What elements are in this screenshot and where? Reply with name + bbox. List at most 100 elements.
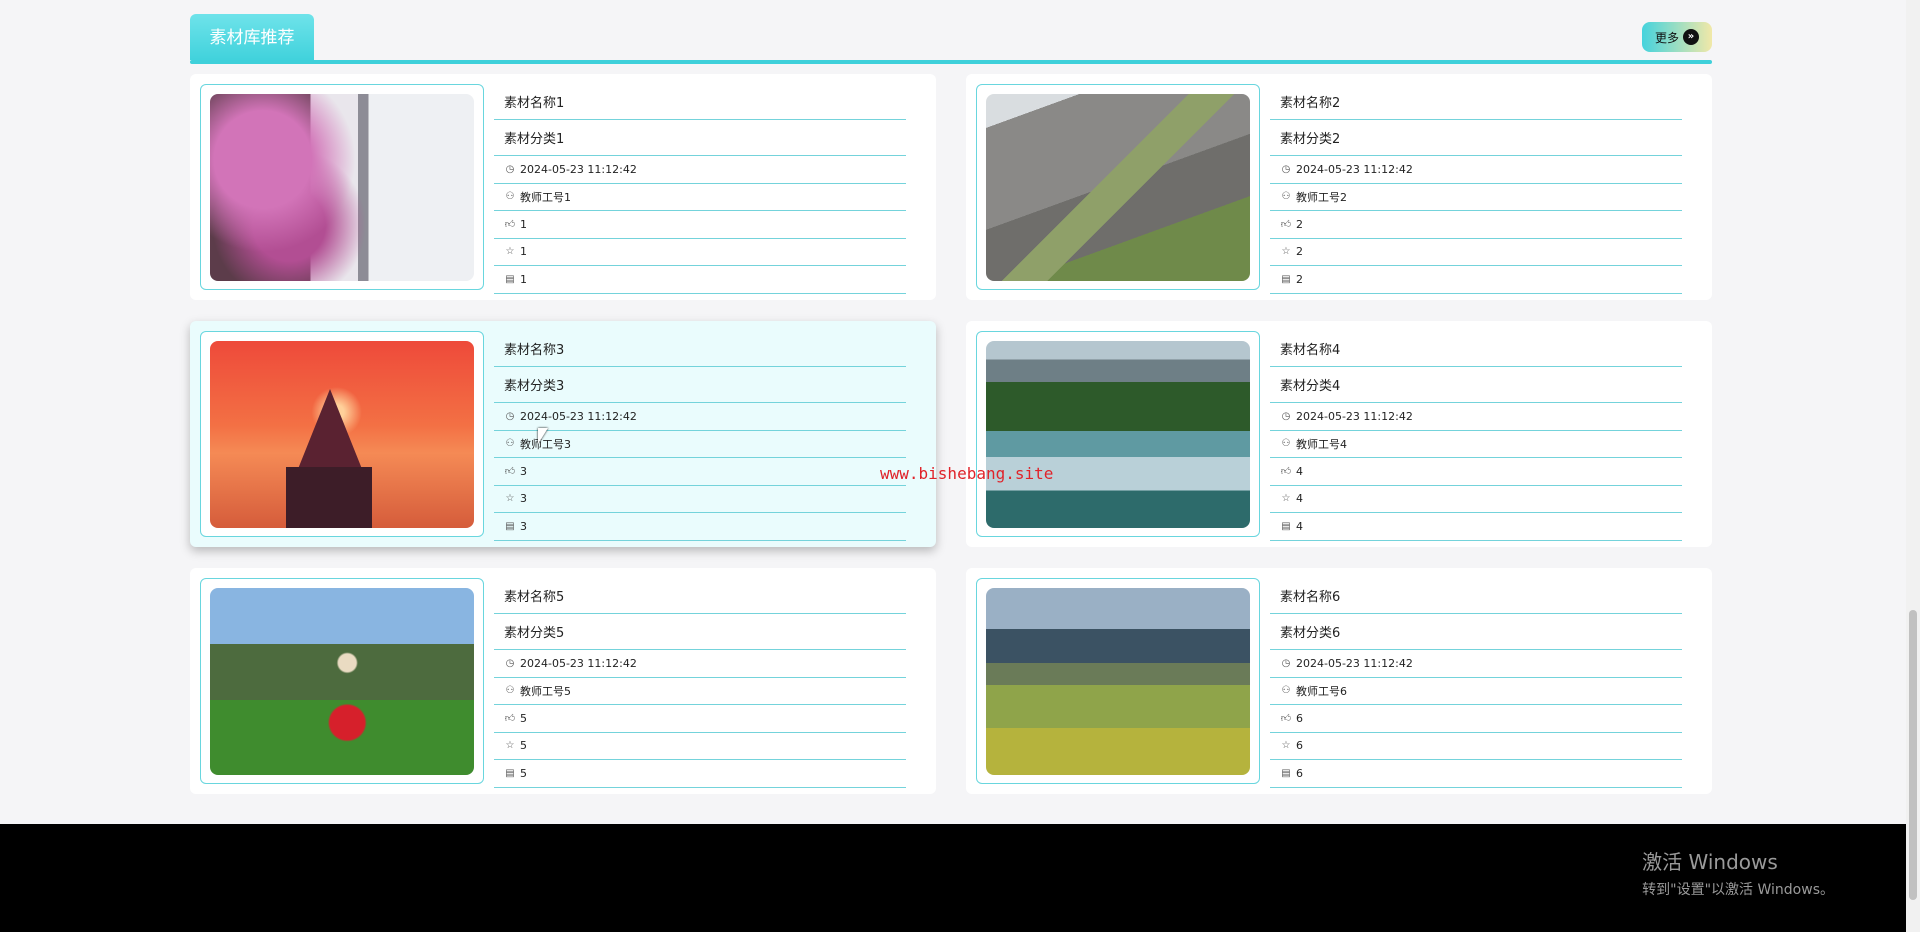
material-teacher: 教师工号4 (1296, 437, 1347, 451)
material-time: 2024-05-23 11:12:42 (1296, 409, 1413, 423)
material-info: 素材名称1 素材分类1 ◷ 2024-05-23 11:12:42 ⚇ 教师工号1 … (494, 84, 906, 294)
material-category: 素材分类4 (1280, 379, 1341, 394)
material-teacher: 教师工号6 (1296, 684, 1347, 698)
material-name: 素材名称4 (1280, 343, 1341, 358)
material-info: 素材名称3 素材分类3 ◷ 2024-05-23 11:12:42 ⚇ 教师工号3 … (494, 331, 906, 541)
comment-icon: ▤ (1281, 273, 1291, 285)
clock-icon: ◷ (505, 163, 515, 175)
material-time: 2024-05-23 11:12:42 (1296, 656, 1413, 670)
material-time: 2024-05-23 11:12:42 (520, 656, 637, 670)
material-comments: 2 (1296, 272, 1303, 286)
material-favorites: 6 (1296, 739, 1303, 753)
clock-icon: ◷ (505, 410, 515, 422)
star-icon: ☆ (505, 246, 515, 258)
more-button[interactable]: 更多 » (1642, 22, 1712, 52)
material-info: 素材名称4 素材分类4 ◷ 2024-05-23 11:12:42 ⚇ 教师工号4 … (1270, 331, 1682, 541)
material-info: 素材名称6 素材分类6 ◷ 2024-05-23 11:12:42 ⚇ 教师工号6 … (1270, 578, 1682, 788)
material-favorites: 3 (520, 492, 527, 506)
double-chevron-right-icon: » (1683, 29, 1699, 45)
clock-icon: ◷ (505, 657, 515, 669)
material-favorites: 4 (1296, 492, 1303, 506)
material-card[interactable]: 素材名称5 素材分类5 ◷ 2024-05-23 11:12:42 ⚇ 教师工号5 … (190, 568, 936, 794)
material-image[interactable] (986, 341, 1250, 528)
thumbs-up-icon: 👍︎ (1280, 713, 1292, 725)
material-category: 素材分类2 (1280, 132, 1341, 147)
comment-icon: ▤ (1281, 520, 1291, 532)
star-icon: ☆ (1281, 493, 1291, 505)
material-category: 素材分类3 (504, 379, 565, 394)
more-label: 更多 (1654, 30, 1679, 45)
material-card[interactable]: 素材名称3 素材分类3 ◷ 2024-05-23 11:12:42 ⚇ 教师工号3 … (190, 321, 936, 547)
material-category: 素材分类1 (504, 132, 565, 147)
windows-activation-notice: 激活 Windows 转到"设置"以激活 Windows。 (1642, 846, 1834, 899)
material-name: 素材名称1 (504, 96, 565, 111)
material-likes: 6 (1296, 711, 1303, 725)
material-image[interactable] (210, 588, 474, 775)
material-card[interactable]: 素材名称2 素材分类2 ◷ 2024-05-23 11:12:42 ⚇ 教师工号2 … (966, 74, 1712, 300)
material-image-frame (976, 331, 1260, 537)
material-category: 素材分类6 (1280, 626, 1341, 641)
material-name: 素材名称5 (504, 590, 565, 605)
material-comments: 5 (520, 766, 527, 780)
material-teacher: 教师工号1 (520, 190, 571, 204)
material-likes: 2 (1296, 217, 1303, 231)
comment-icon: ▤ (1281, 767, 1291, 779)
clock-icon: ◷ (1281, 163, 1291, 175)
user-icon: ⚇ (1281, 438, 1291, 450)
comment-icon: ▤ (505, 767, 515, 779)
material-image-frame (200, 84, 484, 290)
comment-icon: ▤ (505, 273, 515, 285)
material-info: 素材名称5 素材分类5 ◷ 2024-05-23 11:12:42 ⚇ 教师工号5 … (494, 578, 906, 788)
scrollbar-thumb[interactable] (1909, 610, 1917, 900)
material-card[interactable]: 素材名称4 素材分类4 ◷ 2024-05-23 11:12:42 ⚇ 教师工号4 … (966, 321, 1712, 547)
material-comments: 1 (520, 272, 527, 286)
section-header: 素材库推荐 更多 » (190, 14, 1712, 64)
material-time: 2024-05-23 11:12:42 (1296, 162, 1413, 176)
material-image[interactable] (986, 588, 1250, 775)
activation-subtitle: 转到"设置"以激活 Windows。 (1642, 882, 1834, 898)
activation-title: 激活 Windows (1642, 850, 1778, 874)
material-favorites: 1 (520, 245, 527, 259)
clock-icon: ◷ (1281, 657, 1291, 669)
user-icon: ⚇ (1281, 685, 1291, 697)
page: 素材库推荐 更多 » 素材名称1 素材分类1 ◷ 2024-05-23 11:12… (0, 0, 1920, 932)
vertical-scrollbar[interactable] (1906, 0, 1920, 932)
section-title: 素材库推荐 (190, 14, 314, 60)
material-image[interactable] (210, 94, 474, 281)
material-image-frame (200, 331, 484, 537)
thumbs-up-icon: 👍︎ (504, 466, 516, 478)
material-favorites: 5 (520, 739, 527, 753)
thumbs-up-icon: 👍︎ (1280, 219, 1292, 231)
lighthouse-base (286, 467, 372, 528)
material-likes: 5 (520, 711, 527, 725)
material-card[interactable]: 素材名称6 素材分类6 ◷ 2024-05-23 11:12:42 ⚇ 教师工号6 … (966, 568, 1712, 794)
star-icon: ☆ (505, 740, 515, 752)
material-name: 素材名称2 (1280, 96, 1341, 111)
material-image[interactable] (986, 94, 1250, 281)
clock-icon: ◷ (1281, 410, 1291, 422)
thumbs-up-icon: 👍︎ (504, 219, 516, 231)
material-likes: 4 (1296, 464, 1303, 478)
material-comments: 4 (1296, 519, 1303, 533)
thumbs-up-icon: 👍︎ (1280, 466, 1292, 478)
material-image-frame (200, 578, 484, 784)
material-time: 2024-05-23 11:12:42 (520, 162, 637, 176)
mouse-cursor-icon (538, 428, 548, 444)
section-divider (190, 60, 1712, 64)
user-icon: ⚇ (505, 685, 515, 697)
material-time: 2024-05-23 11:12:42 (520, 409, 637, 423)
material-info: 素材名称2 素材分类2 ◷ 2024-05-23 11:12:42 ⚇ 教师工号2 … (1270, 84, 1682, 294)
material-favorites: 2 (1296, 245, 1303, 259)
material-card[interactable]: 素材名称1 素材分类1 ◷ 2024-05-23 11:12:42 ⚇ 教师工号1 … (190, 74, 936, 300)
material-image[interactable] (210, 341, 474, 528)
material-name: 素材名称3 (504, 343, 565, 358)
material-comments: 6 (1296, 766, 1303, 780)
star-icon: ☆ (1281, 740, 1291, 752)
material-likes: 1 (520, 217, 527, 231)
material-image-frame (976, 578, 1260, 784)
comment-icon: ▤ (505, 520, 515, 532)
lighthouse-roof (298, 389, 362, 469)
material-category: 素材分类5 (504, 626, 565, 641)
material-teacher: 教师工号5 (520, 684, 571, 698)
material-teacher: 教师工号2 (1296, 190, 1347, 204)
